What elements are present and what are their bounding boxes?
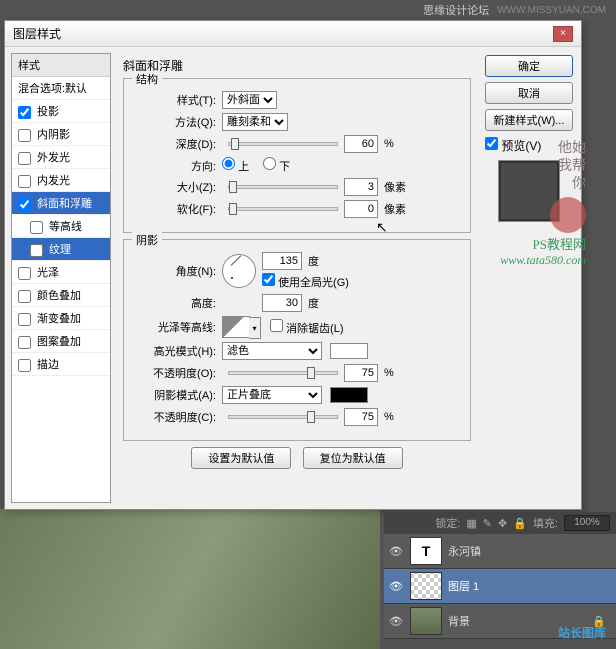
layer-row[interactable]: 👁 图层 1 [384,569,616,604]
style-select[interactable]: 外斜面 [222,91,277,109]
settings-panel: 斜面和浮雕 结构 样式(T): 外斜面 方法(Q): 雕刻柔和 深度(D): % [117,53,477,503]
highlight-mode-select[interactable]: 滤色 [222,342,322,360]
forum-url[interactable]: WWW.MISSYUAN.COM [497,5,606,16]
depth-slider[interactable] [228,142,338,146]
preview-checkbox[interactable]: 预览(V) [485,137,573,154]
style-item-内发光[interactable]: 内发光 [12,169,110,192]
antialias-checkbox[interactable]: 消除锯齿(L) [270,319,344,336]
shadow-opacity-slider[interactable] [228,415,338,419]
layer-name: 背景 [448,613,470,629]
blend-options[interactable]: 混合选项:默认 [12,77,110,100]
layer-name: 永河镇 [448,543,481,559]
highlight-color-swatch[interactable] [330,343,368,359]
style-item-斜面和浮雕[interactable]: 斜面和浮雕 [12,192,110,215]
canvas-background [0,509,380,649]
site-logo: 站长图库 [558,624,606,641]
shadow-opacity-input[interactable] [344,408,378,426]
soften-input[interactable] [344,200,378,218]
style-item-纹理[interactable]: 纹理 [12,238,110,261]
lock-transparent-icon[interactable]: ▦ [466,517,476,530]
lock-all-icon[interactable]: 🔒 [513,517,527,530]
structure-group: 结构 样式(T): 外斜面 方法(Q): 雕刻柔和 深度(D): % 方向: [123,78,471,233]
style-item-光泽[interactable]: 光泽 [12,261,110,284]
highlight-opacity-slider[interactable] [228,371,338,375]
global-light-checkbox[interactable]: 使用全局光(G) [262,277,349,289]
style-item-内阴影[interactable]: 内阴影 [12,123,110,146]
forum-name: 思缘设计论坛 [423,2,489,18]
close-icon[interactable]: × [553,26,573,42]
style-header: 样式 [12,54,110,77]
depth-input[interactable] [344,135,378,153]
dialog-titlebar[interactable]: 图层样式 × [5,21,581,47]
layers-panel: 锁定: ▦ ✎ ✥ 🔒 填充: 100% 👁T永河镇👁图层 1👁背景🔒 [384,512,616,639]
style-item-描边[interactable]: 描边 [12,353,110,376]
lock-paint-icon[interactable]: ✎ [483,517,492,530]
size-slider[interactable] [228,185,338,189]
layer-style-dialog: 图层样式 × 样式 混合选项:默认 投影 内阴影 外发光 内发光 斜面和浮雕 等… [4,20,582,510]
layer-row[interactable]: 👁 T 永河镇 [384,534,616,569]
soften-slider[interactable] [228,207,338,211]
bevel-title: 斜面和浮雕 [123,57,471,74]
layer-thumbnail[interactable] [410,572,442,600]
highlight-opacity-input[interactable] [344,364,378,382]
style-item-渐变叠加[interactable]: 渐变叠加 [12,307,110,330]
direction-down[interactable]: 下 [263,157,290,174]
layer-thumbnail[interactable]: T [410,537,442,565]
gloss-contour-picker[interactable]: ▾ [222,316,250,338]
dialog-buttons: 确定 取消 新建样式(W)... 预览(V) [483,53,575,503]
technique-select[interactable]: 雕刻柔和 [222,113,288,131]
altitude-input[interactable] [262,294,302,312]
new-style-button[interactable]: 新建样式(W)... [485,109,573,131]
visibility-icon[interactable]: 👁 [388,580,404,593]
app-topbar: 思缘设计论坛 WWW.MISSYUAN.COM [0,0,616,20]
style-list: 样式 混合选项:默认 投影 内阴影 外发光 内发光 斜面和浮雕 等高线 纹理 光… [11,53,111,503]
ok-button[interactable]: 确定 [485,55,573,77]
style-item-颜色叠加[interactable]: 颜色叠加 [12,284,110,307]
shadow-color-swatch[interactable] [330,387,368,403]
lock-position-icon[interactable]: ✥ [498,517,507,530]
direction-up[interactable]: 上 [222,157,249,174]
angle-wheel[interactable] [222,254,256,288]
style-item-等高线[interactable]: 等高线 [12,215,110,238]
cancel-button[interactable]: 取消 [485,82,573,104]
shadow-mode-select[interactable]: 正片叠底 [222,386,322,404]
fill-opacity-input[interactable]: 100% [564,515,610,531]
visibility-icon[interactable]: 👁 [388,615,404,628]
cursor-icon: ↖ [376,219,388,236]
style-item-外发光[interactable]: 外发光 [12,146,110,169]
shading-group: 阴影 角度(N): 度 使用全局光(G) 高度: 度 [123,239,471,441]
layer-thumbnail[interactable] [410,607,442,635]
style-item-图案叠加[interactable]: 图案叠加 [12,330,110,353]
style-item-投影[interactable]: 投影 [12,100,110,123]
reset-default-button[interactable]: 复位为默认值 [303,447,403,469]
visibility-icon[interactable]: 👁 [388,545,404,558]
size-input[interactable] [344,178,378,196]
layer-name: 图层 1 [448,578,479,594]
set-default-button[interactable]: 设置为默认值 [191,447,291,469]
angle-input[interactable] [262,252,302,270]
dialog-title: 图层样式 [13,25,61,42]
preview-swatch [498,160,560,222]
